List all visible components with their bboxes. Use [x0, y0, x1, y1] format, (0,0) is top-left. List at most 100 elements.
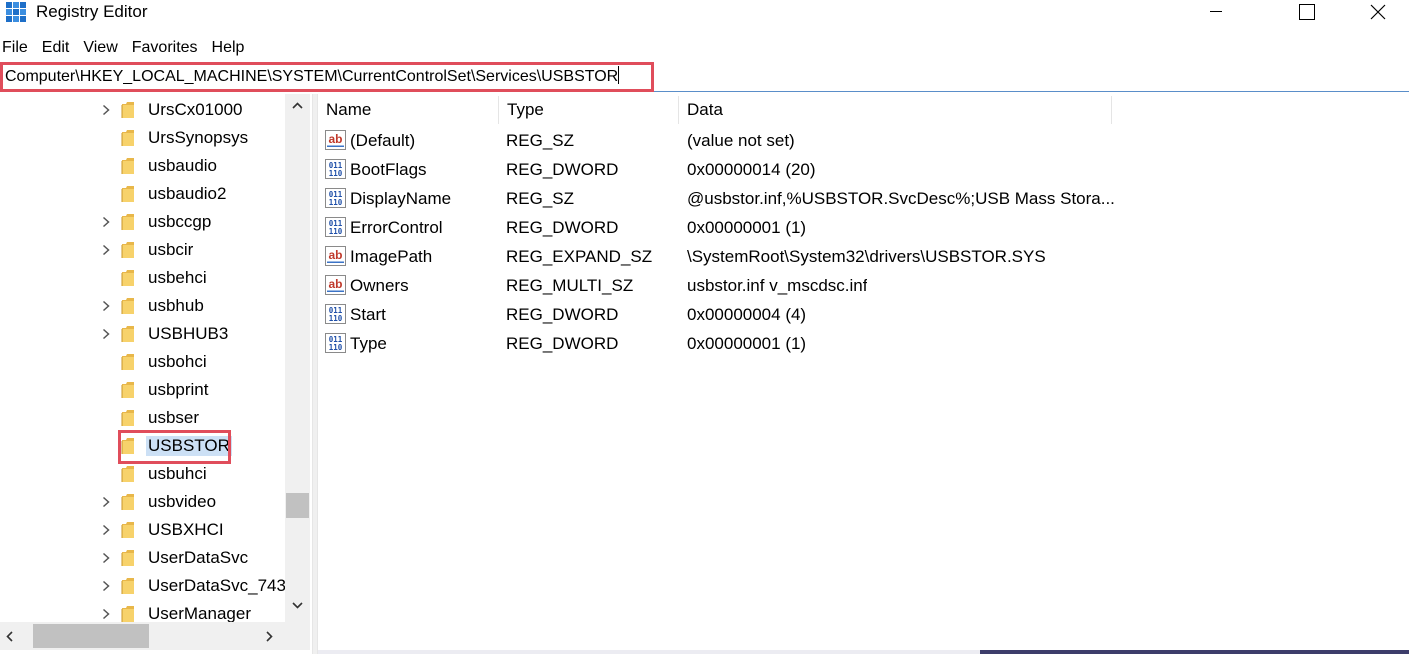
key-tree[interactable]: UrsCx01000 UrsSynopsys usbaudio usbaudio2 us… — [0, 94, 312, 654]
value-row[interactable]: ab ImagePath REG_EXPAND_SZ \SystemRoot\Syst… — [318, 243, 1409, 272]
menu-edit[interactable]: Edit — [39, 36, 73, 60]
svg-text:110: 110 — [329, 227, 343, 236]
column-header-name[interactable]: Name — [318, 96, 499, 124]
tree-item[interactable]: UrsSynopsys — [0, 124, 290, 152]
tree-horizontal-scrollbar[interactable] — [0, 622, 285, 650]
column-header-type[interactable]: Type — [499, 96, 679, 124]
expand-chevron-icon[interactable] — [101, 104, 111, 116]
binary-value-icon: 011110 — [325, 333, 346, 353]
minimize-icon — [1210, 11, 1222, 12]
tree-item-label: usbprint — [148, 380, 209, 399]
address-bar: Computer\HKEY_LOCAL_MACHINE\SYSTEM\Curre… — [0, 62, 1409, 92]
close-button[interactable] — [1355, 0, 1401, 24]
folder-icon — [121, 214, 134, 230]
value-row[interactable]: 011 110 Type REG_DWORD 0x00000001 (1) — [318, 330, 1409, 359]
tree-horizontal-scroll-thumb[interactable] — [33, 624, 149, 648]
scroll-up-icon[interactable] — [292, 102, 303, 109]
tree-item-label: usbccgp — [148, 212, 212, 231]
folder-icon — [121, 298, 134, 314]
tree-item[interactable]: usbccgp — [0, 208, 290, 236]
expand-chevron-icon[interactable] — [101, 216, 111, 228]
expand-chevron-icon[interactable] — [101, 580, 111, 592]
tree-item[interactable]: USBHUB3 — [0, 320, 290, 348]
expand-chevron-icon[interactable] — [101, 524, 111, 536]
binary-value-icon: 011110 — [325, 159, 346, 179]
binary-value-icon: 011110 — [325, 188, 346, 208]
value-row[interactable]: 011 110 ErrorControl REG_DWORD 0x00000001 (1… — [318, 214, 1409, 243]
string-value-icon: ab — [325, 246, 346, 266]
menu-view[interactable]: View — [80, 36, 120, 60]
expand-chevron-icon[interactable] — [101, 328, 111, 340]
close-icon — [1370, 4, 1386, 20]
tree-item[interactable]: usbhub — [0, 292, 290, 320]
value-type: REG_DWORD — [506, 218, 619, 237]
value-row[interactable]: ab Owners REG_MULTI_SZ usbstor.inf v_mscdsc… — [318, 272, 1409, 301]
expand-chevron-icon[interactable] — [101, 244, 111, 256]
expand-chevron-icon[interactable] — [101, 300, 111, 312]
folder-icon — [121, 382, 134, 398]
folder-icon — [121, 494, 134, 510]
tree-item[interactable]: UrsCx01000 — [0, 96, 290, 124]
column-header-data[interactable]: Data — [679, 96, 1112, 124]
value-row[interactable]: 011 110 DisplayName REG_SZ @usbstor.inf,%USB… — [318, 185, 1409, 214]
value-name: ImagePath — [350, 247, 433, 266]
string-value-icon: ab — [325, 275, 346, 295]
value-name: DisplayName — [350, 189, 452, 208]
tree-item[interactable]: usbohci — [0, 348, 290, 376]
tree-item-label: USBHUB3 — [148, 324, 229, 343]
tree-item[interactable]: usbser — [0, 404, 290, 432]
value-type: REG_SZ — [506, 131, 575, 150]
tree-item[interactable]: usbvideo — [0, 488, 290, 516]
tree-item-label: usbaudio — [148, 156, 218, 175]
tree-item-label: usbehci — [148, 268, 207, 287]
value-name: Owners — [350, 276, 409, 295]
address-input[interactable]: Computer\HKEY_LOCAL_MACHINE\SYSTEM\Curre… — [0, 62, 654, 92]
maximize-button[interactable] — [1284, 0, 1330, 24]
menu-favorites[interactable]: Favorites — [129, 36, 201, 60]
tree-item[interactable]: UserDataSvc — [0, 544, 290, 572]
value-type: REG_DWORD — [506, 305, 619, 324]
scrollbar-corner — [285, 622, 310, 650]
string-value-icon: ab — [325, 130, 346, 150]
value-data: 0x00000001 (1) — [687, 218, 807, 237]
value-data: 0x00000001 (1) — [687, 334, 807, 353]
tree-item-label: usbvideo — [148, 492, 217, 511]
tree-item[interactable]: usbaudio — [0, 152, 290, 180]
address-path: Computer\HKEY_LOCAL_MACHINE\SYSTEM\Curre… — [5, 68, 619, 85]
tree-item[interactable]: usbprint — [0, 376, 290, 404]
folder-icon — [121, 522, 134, 538]
tree-item[interactable]: usbuhci — [0, 460, 290, 488]
tree-vertical-scroll-thumb[interactable] — [286, 493, 309, 518]
minimize-button[interactable] — [1193, 0, 1239, 24]
tree-item[interactable]: USBXHCI — [0, 516, 290, 544]
tree-item[interactable]: usbehci — [0, 264, 290, 292]
expand-chevron-icon[interactable] — [101, 496, 111, 508]
folder-icon — [121, 270, 134, 286]
scroll-down-icon[interactable] — [292, 602, 303, 609]
folder-icon — [121, 550, 134, 566]
menu-file[interactable]: File — [0, 36, 31, 60]
tree-item[interactable]: usbaudio2 — [0, 180, 290, 208]
expand-chevron-icon[interactable] — [101, 608, 111, 620]
svg-text:110: 110 — [329, 343, 343, 352]
svg-text:ab: ab — [328, 132, 342, 146]
tree-item-label: usbcir — [148, 240, 194, 259]
folder-icon — [121, 130, 134, 146]
tree-item[interactable]: UserDataSvc_743 — [0, 572, 290, 600]
folder-icon — [121, 466, 134, 482]
taskbar-edge — [318, 650, 980, 654]
value-type: REG_MULTI_SZ — [506, 276, 634, 295]
value-row[interactable]: ab (Default) REG_SZ (value not set) — [318, 127, 1409, 156]
value-row[interactable]: 011 110 Start REG_DWORD 0x00000004 (4) — [318, 301, 1409, 330]
expand-chevron-icon[interactable] — [101, 552, 111, 564]
title-bar: Registry Editor — [0, 0, 1409, 28]
tree-item-label: UserManager — [148, 604, 251, 623]
value-row[interactable]: 011 110 BootFlags REG_DWORD 0x00000014 (20) — [318, 156, 1409, 185]
menu-help[interactable]: Help — [209, 36, 248, 60]
tree-item-label: usbuhci — [148, 464, 207, 483]
tree-item[interactable]: usbcir — [0, 236, 290, 264]
values-list[interactable]: Name Type Data ab (Default) REG_SZ (value n… — [318, 94, 1409, 654]
scroll-left-icon[interactable] — [6, 631, 13, 642]
tree-vertical-scrollbar[interactable] — [285, 94, 310, 622]
scroll-right-icon[interactable] — [266, 631, 273, 642]
